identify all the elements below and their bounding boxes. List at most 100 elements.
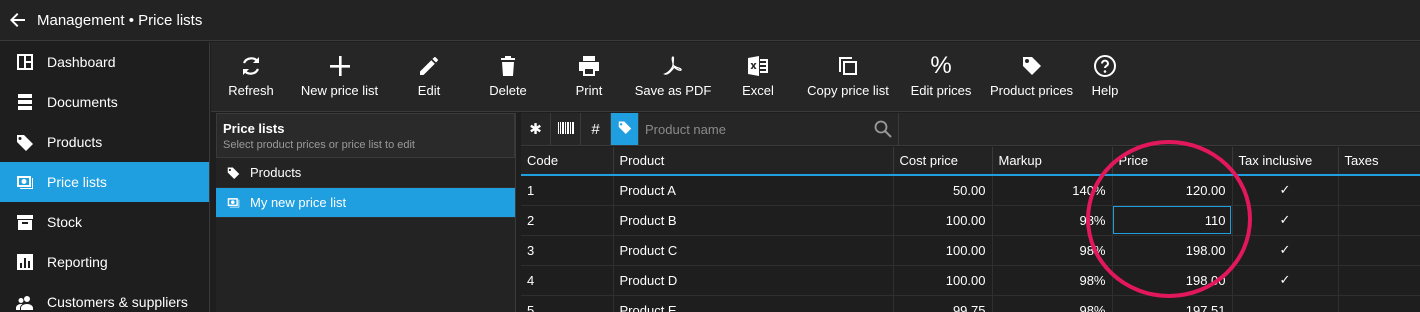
cell-cost-price[interactable]: 50.00 [893,175,993,206]
cell-product: Product A [613,175,894,206]
price-grid: Code Product Cost price Markup Price Tax… [521,147,1420,312]
cell-cost-price[interactable]: 100.00 [893,205,993,236]
cell-taxes[interactable]: 15 [1338,175,1420,206]
help-icon [1093,53,1117,79]
cell-cost-price[interactable]: 100.00 [893,265,993,296]
price-list-item-products[interactable]: Products [216,158,515,188]
cell-markup[interactable]: 98% [992,205,1113,236]
column-header-price[interactable]: Price [1112,147,1233,176]
price-list-item-my-new-price-list[interactable]: My new price list [216,188,515,218]
column-header-markup[interactable]: Markup [992,147,1113,176]
price-lists-subtitle: Select product prices or price list to e… [223,139,415,151]
code-filter-button[interactable]: # [581,113,611,145]
search-input[interactable] [645,121,865,137]
cell-tax-inclusive[interactable]: ✓ [1232,265,1339,296]
pencil-icon [417,53,441,79]
cell-markup[interactable]: 98% [992,265,1113,296]
cell-code: 1 [521,175,614,206]
column-header-code[interactable]: Code [521,147,614,176]
sidebar-item-reporting[interactable]: Reporting [0,242,209,282]
sidebar-item-price-lists[interactable]: Price lists [0,162,209,202]
sidebar-item-label: Dashboard [47,54,116,70]
column-header-cost-price[interactable]: Cost price [893,147,993,176]
table-row[interactable]: 5 Product E 99.75 98% 197.51 [521,295,1420,312]
price-list-item-label: My new price list [250,195,347,210]
sidebar-item-stock[interactable]: Stock [0,202,209,242]
excel-button[interactable]: Excel [719,42,797,112]
price-table: Code Product Cost price Markup Price Tax… [521,147,1420,312]
sidebar-item-label: Products [47,134,103,150]
cell-code: 2 [521,205,614,236]
cell-markup[interactable]: 140% [992,175,1113,206]
printer-icon [577,53,601,79]
cell-markup[interactable]: 98% [992,235,1113,266]
sidebar: Dashboard Documents Products Price lists… [0,42,210,312]
price-list-item-label: Products [250,165,302,180]
cell-tax-inclusive[interactable]: ✓ [1232,205,1339,236]
edit-button[interactable]: Edit [393,42,465,112]
cell-taxes[interactable]: 5 [1338,235,1420,266]
delete-button[interactable]: Delete [465,42,551,112]
back-arrow-icon[interactable] [0,0,36,41]
sidebar-item-documents[interactable]: Documents [0,82,209,122]
sidebar-item-label: Customers & suppliers [47,294,188,310]
column-header-product[interactable]: Product [613,147,894,176]
refresh-icon [239,53,263,79]
sidebar-item-label: Stock [47,214,83,230]
cell-product: Product C [613,235,894,266]
page-title: Management • Price lists [37,11,203,29]
cell-product: Product B [613,205,894,236]
cell-cost-price[interactable]: 100.00 [893,235,993,266]
stock-icon [16,213,34,231]
pdf-icon [661,53,685,79]
tag-icon [618,120,632,138]
edit-prices-button[interactable]: % Edit prices [899,42,983,112]
product-prices-button[interactable]: Product prices [983,42,1080,112]
cell-taxes[interactable]: 10 [1338,205,1420,236]
cell-price[interactable]: 198.00 [1112,235,1233,266]
sidebar-item-customers[interactable]: Customers & suppliers [0,282,209,312]
documents-icon [16,93,34,111]
help-button[interactable]: Help [1080,42,1130,112]
table-row[interactable]: 1 Product A 50.00 140% 120.00 ✓ 15 [521,175,1420,206]
title-bar: Management • Price lists [0,0,1420,41]
cell-code: 4 [521,265,614,296]
save-as-pdf-button[interactable]: Save as PDF [627,42,719,112]
products-icon [16,133,34,151]
sidebar-item-label: Reporting [47,254,108,270]
copy-price-list-button[interactable]: Copy price list [797,42,899,112]
all-filter-button[interactable]: ✱ [521,113,551,145]
refresh-button[interactable]: Refresh [216,42,286,112]
cell-markup[interactable]: 98% [992,295,1113,312]
tag-icon [226,166,240,180]
cell-price[interactable]: 197.51 [1112,295,1233,312]
sidebar-item-dashboard[interactable]: Dashboard [0,42,209,82]
cell-price[interactable]: 120.00 [1112,175,1233,206]
print-button[interactable]: Print [551,42,627,112]
search-box [639,113,899,145]
percent-icon: % [930,52,952,79]
cell-cost-price[interactable]: 99.75 [893,295,993,312]
sidebar-item-products[interactable]: Products [0,122,209,162]
new-price-list-button[interactable]: New price list [286,42,393,112]
table-row[interactable]: 3 Product C 100.00 98% 198.00 ✓ 5 [521,235,1420,266]
column-header-taxes[interactable]: Taxes [1338,147,1420,176]
cell-taxes[interactable] [1338,265,1420,296]
name-filter-button[interactable] [611,113,639,145]
copy-icon [836,53,860,79]
search-icon[interactable] [874,120,892,143]
cell-price-editing[interactable]: 110 [1112,205,1233,236]
cell-price[interactable]: 198.00 [1112,265,1233,296]
table-row[interactable]: 2 Product B 100.00 98% 110 ✓ 10 [521,205,1420,236]
price-tag-icon [1020,53,1044,79]
column-header-tax-inclusive[interactable]: Tax inclusive [1232,147,1339,176]
barcode-filter-button[interactable] [551,113,581,145]
table-row[interactable]: 4 Product D 100.00 98% 198.00 ✓ [521,265,1420,296]
plus-icon [328,53,352,79]
cell-tax-inclusive[interactable] [1232,295,1339,312]
cell-taxes[interactable] [1338,295,1420,312]
cell-tax-inclusive[interactable]: ✓ [1232,235,1339,266]
trash-icon [496,53,520,79]
reporting-icon [16,253,34,271]
cell-tax-inclusive[interactable]: ✓ [1232,175,1339,206]
